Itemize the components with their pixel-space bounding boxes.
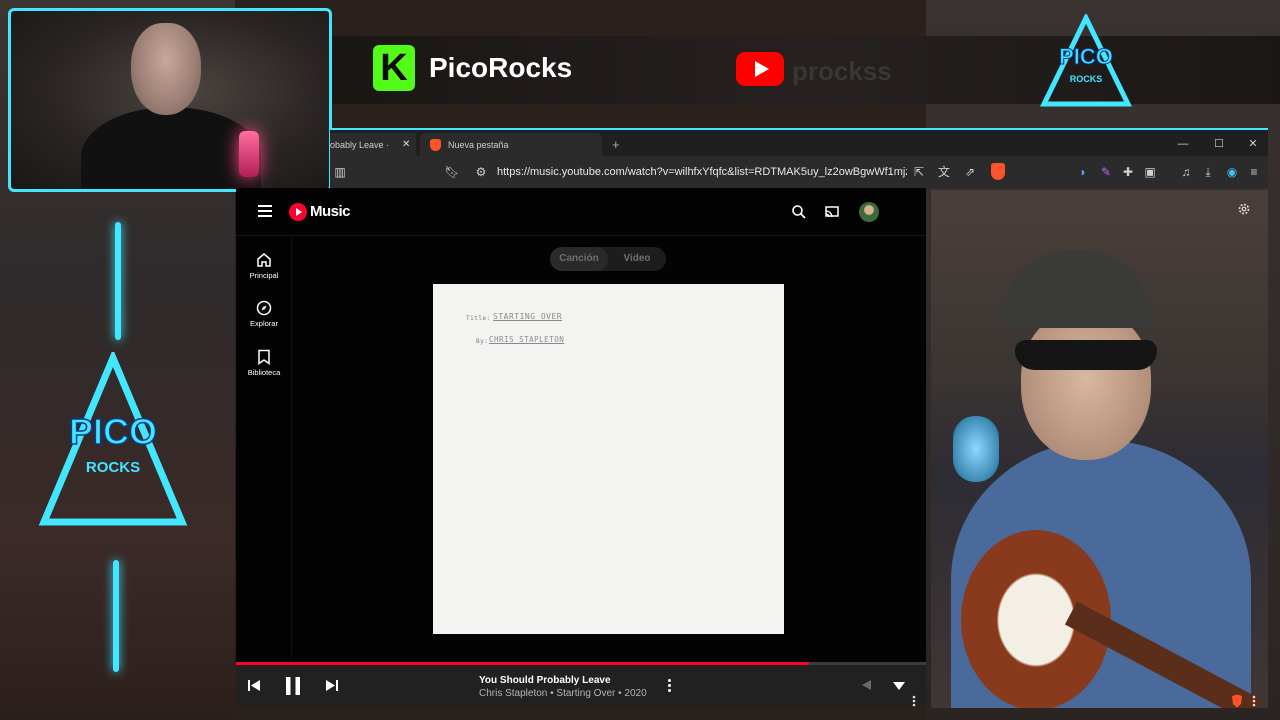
logo-text-bottom: ROCKS bbox=[86, 459, 140, 476]
sidebar-item-label: Biblioteca bbox=[247, 368, 281, 377]
site-settings-icon[interactable]: ⚙︎ bbox=[473, 164, 489, 180]
previous-track-icon[interactable] bbox=[247, 679, 261, 692]
menu-icon[interactable]: ≡ bbox=[1246, 164, 1262, 180]
tab-label: Nueva pestaña bbox=[448, 140, 509, 150]
library-icon bbox=[258, 349, 270, 365]
ytm-logo-icon[interactable] bbox=[289, 203, 307, 221]
pause-icon[interactable] bbox=[284, 676, 302, 696]
tab-previous[interactable]: obably Leave · ✕ bbox=[330, 133, 416, 157]
streamer-illustration bbox=[931, 190, 1268, 708]
download-icon[interactable]: ⤓ bbox=[1200, 164, 1216, 180]
youtube-handle: prockss bbox=[792, 56, 892, 86]
pico-rocks-logo-icon: PICO ROCKS bbox=[38, 352, 188, 526]
maximize-button[interactable]: ☐ bbox=[1202, 133, 1236, 155]
gear-icon[interactable] bbox=[1237, 202, 1251, 216]
youtube-logo-icon bbox=[736, 52, 784, 86]
illustration-microphone bbox=[953, 416, 999, 482]
song-video-toggle: Canción Video bbox=[550, 247, 666, 271]
sidebar-toggle-icon[interactable]: ▥ bbox=[332, 164, 348, 180]
album-by-label: By: bbox=[476, 338, 489, 345]
ytm-logo-text[interactable]: Music bbox=[310, 202, 351, 222]
brave-shield-icon[interactable] bbox=[1231, 694, 1243, 708]
open-external-icon[interactable]: ⇱ bbox=[911, 164, 927, 180]
sidebar-item-principal[interactable]: Principal bbox=[236, 252, 292, 281]
ytm-sidebar: Principal Explorar Biblioteca bbox=[236, 236, 292, 664]
minimize-button[interactable]: — bbox=[1166, 133, 1200, 155]
logo-text-bottom: ROCKS bbox=[1070, 74, 1103, 84]
new-tab-button[interactable]: + bbox=[612, 133, 620, 157]
next-track-icon[interactable] bbox=[325, 679, 339, 692]
browser-tab-bar: obably Leave · ✕ Nueva pestaña + — ☐ ✕ bbox=[330, 128, 1270, 157]
bookmark-icon[interactable]: 🔖︎ bbox=[444, 164, 460, 180]
pico-rocks-logo-icon: PICO ROCKS bbox=[1040, 14, 1132, 107]
more-options-icon[interactable] bbox=[668, 679, 672, 694]
brave-shield-icon[interactable] bbox=[991, 163, 1005, 180]
webcam-person-body bbox=[81, 107, 261, 189]
sidebar-item-biblioteca[interactable]: Biblioteca bbox=[236, 349, 292, 378]
leo-ai-icon[interactable]: ✎ bbox=[1098, 164, 1114, 180]
logo-text-top: PICO bbox=[69, 411, 157, 452]
webcam-person-head bbox=[131, 23, 201, 115]
sidebar-item-label: Explorar bbox=[250, 319, 278, 328]
close-window-button[interactable]: ✕ bbox=[1236, 133, 1270, 155]
toggle-song[interactable]: Canción bbox=[550, 247, 608, 271]
compass-icon bbox=[256, 300, 272, 316]
vpn-icon[interactable]: ◗ bbox=[1075, 164, 1091, 180]
album-title-value: STARTING OVER bbox=[493, 312, 563, 321]
webcam-neon-lamp bbox=[239, 131, 259, 177]
brave-favicon-icon bbox=[430, 139, 441, 151]
browser-toolbar: ▥ 🔖︎ ⚙︎ https://music.youtube.com/watch?… bbox=[330, 156, 1268, 188]
more-options-icon[interactable] bbox=[1252, 694, 1256, 708]
tab-new-tab[interactable]: Nueva pestaña bbox=[420, 133, 602, 157]
sidebar-item-label: Principal bbox=[249, 271, 279, 280]
album-by-value: CHRIS STAPLETON bbox=[489, 335, 565, 344]
song-meta[interactable]: Chris Stapleton • Starting Over • 2020 bbox=[479, 688, 669, 700]
song-title[interactable]: You Should Probably Leave bbox=[479, 675, 649, 687]
player-bar: You Should Probably Leave Chris Stapleto… bbox=[236, 665, 926, 706]
neon-tube bbox=[113, 560, 119, 672]
youtube-music-app: Music Principal Explorar Biblioteca Canc… bbox=[236, 188, 926, 706]
cast-icon[interactable] bbox=[824, 204, 840, 220]
extensions-icon[interactable]: ✚ bbox=[1120, 164, 1136, 180]
illustration-cap bbox=[1001, 250, 1151, 328]
collapse-left-icon[interactable] bbox=[860, 679, 872, 691]
sidebar-item-explorar[interactable]: Explorar bbox=[236, 300, 292, 329]
avatar[interactable] bbox=[859, 202, 879, 222]
more-options-icon[interactable] bbox=[912, 694, 916, 708]
media-icon[interactable]: ♫ bbox=[1178, 164, 1194, 180]
translate-icon[interactable]: 文 bbox=[936, 164, 952, 180]
tab-search-icon[interactable]: ▣ bbox=[1142, 164, 1158, 180]
ytm-header: Music bbox=[236, 188, 926, 236]
webcam-feed bbox=[8, 8, 332, 192]
toggle-video[interactable]: Video bbox=[608, 247, 666, 271]
hamburger-menu-icon[interactable] bbox=[258, 205, 272, 217]
share-icon[interactable]: ⇗ bbox=[962, 164, 978, 180]
logo-text-top: PICO bbox=[1059, 44, 1113, 69]
channel-name: PicoRocks bbox=[429, 52, 573, 83]
wallet-icon[interactable]: ◉ bbox=[1224, 164, 1240, 180]
search-icon[interactable] bbox=[791, 204, 807, 220]
url-bar[interactable]: https://music.youtube.com/watch?v=wilhfx… bbox=[497, 164, 907, 180]
neon-tube bbox=[115, 222, 121, 340]
illustration-sunglasses bbox=[1015, 340, 1157, 370]
home-icon bbox=[257, 253, 271, 267]
album-art: Title: STARTING OVER By: CHRIS STAPLETON bbox=[433, 284, 784, 634]
illustration-face bbox=[1021, 310, 1151, 460]
close-icon[interactable]: ✕ bbox=[402, 133, 410, 157]
chevron-down-icon[interactable] bbox=[892, 681, 906, 691]
kick-logo-icon: K bbox=[373, 45, 415, 91]
tab-label: obably Leave · bbox=[330, 140, 390, 150]
album-title-label: Title: bbox=[466, 315, 491, 322]
